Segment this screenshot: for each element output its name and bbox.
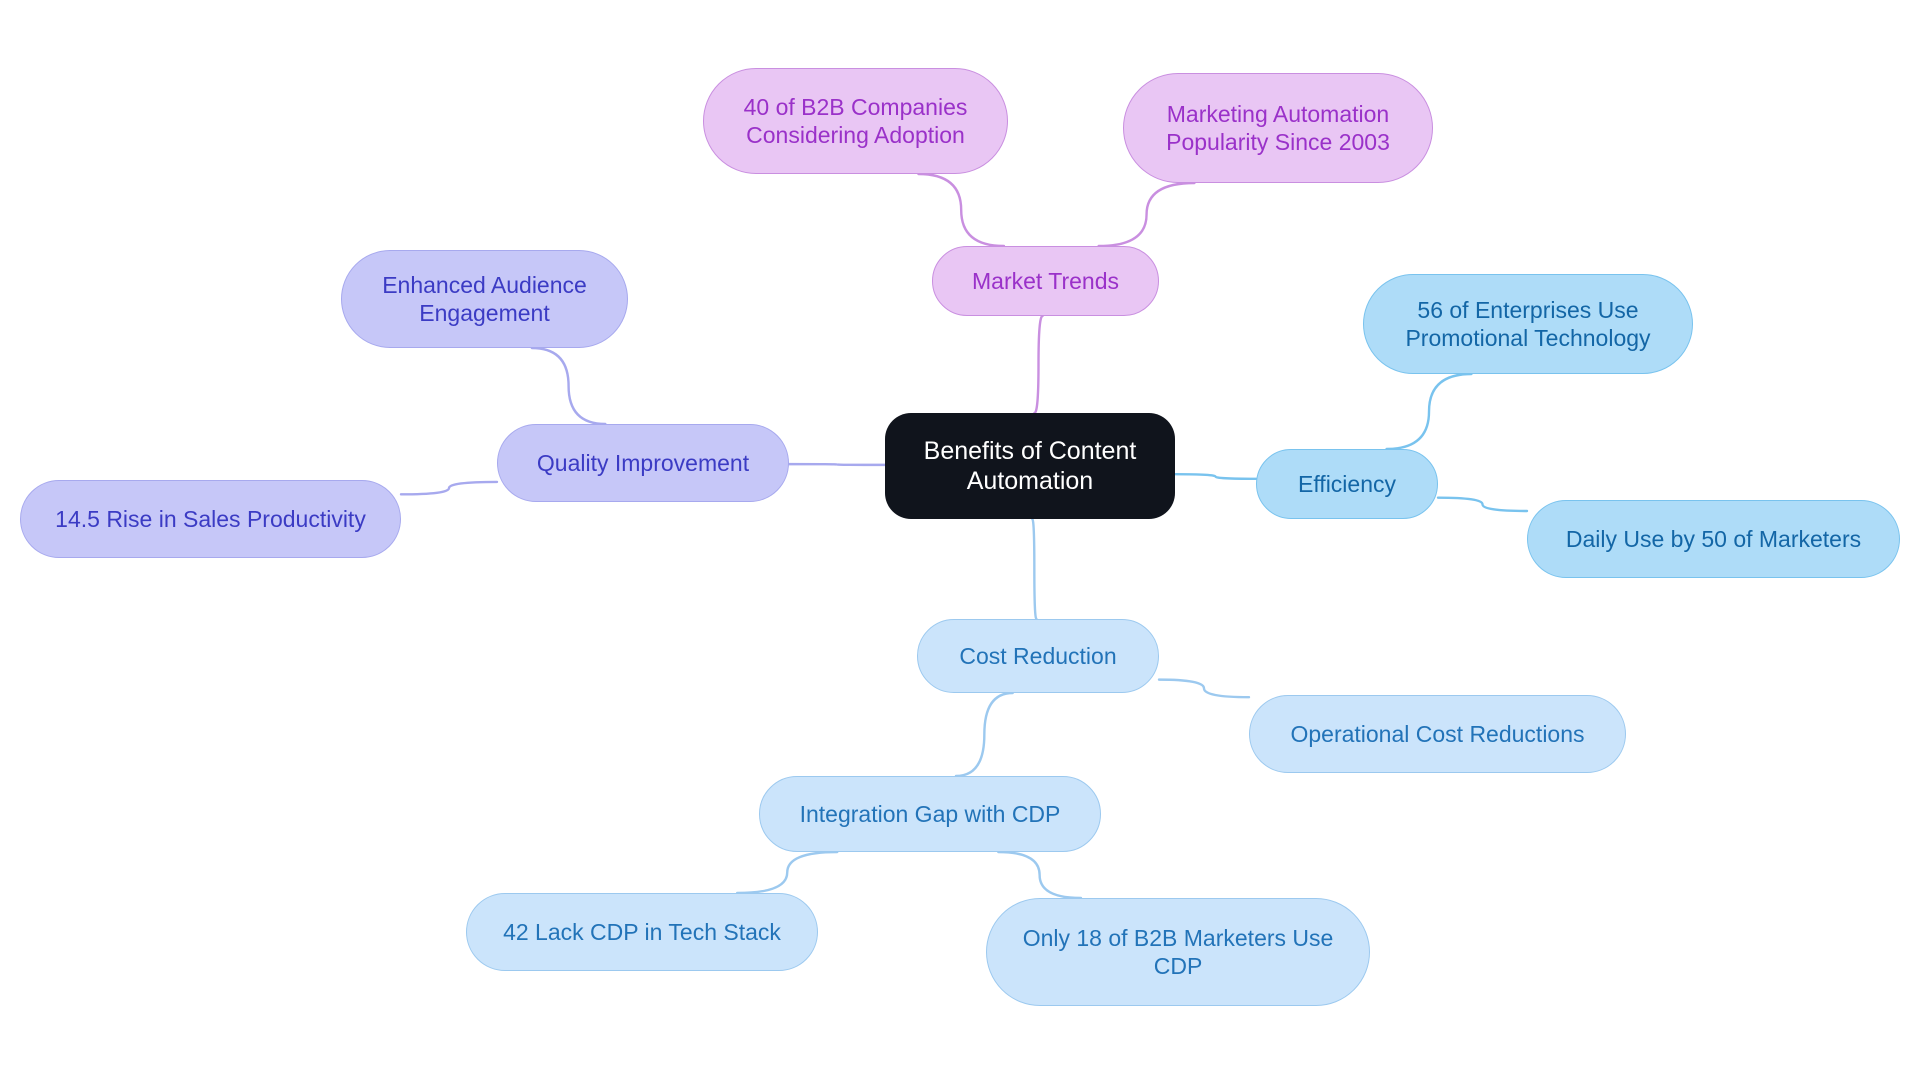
- leaf-node-b2b-considering-adoption[interactable]: 40 of B2B Companies Considering Adoption: [703, 68, 1008, 174]
- leaf-node-b2b-marketers-use-cdp-label: Only 18 of B2B Marketers Use CDP: [1022, 924, 1334, 979]
- leaf-node-lack-cdp-tech-stack-label: 42 Lack CDP in Tech Stack: [503, 918, 781, 945]
- edge-root-market-trends: [1033, 314, 1044, 415]
- edge-cr-integration-gap: [954, 691, 1014, 778]
- branch-node-cost-reduction[interactable]: Cost Reduction: [917, 619, 1159, 693]
- edge-ig-b2b-marketers: [997, 850, 1083, 900]
- branch-node-cost-reduction-label: Cost Reduction: [959, 642, 1117, 669]
- leaf-node-sales-productivity-rise-label: 14.5 Rise in Sales Productivity: [55, 505, 366, 532]
- leaf-node-daily-use-marketers-label: Daily Use by 50 of Marketers: [1565, 525, 1862, 552]
- edge-qi-productivity: [399, 480, 499, 496]
- mindmap-canvas: Benefits of Content Automation Market Tre…: [0, 0, 1920, 1083]
- root-node-label: Benefits of Content Automation: [923, 436, 1137, 496]
- leaf-node-b2b-marketers-use-cdp[interactable]: Only 18 of B2B Marketers Use CDP: [986, 898, 1370, 1006]
- edge-mt-b2b-adoption: [917, 172, 1006, 248]
- leaf-node-lack-cdp-tech-stack[interactable]: 42 Lack CDP in Tech Stack: [466, 893, 818, 971]
- branch-node-market-trends-label: Market Trends: [972, 267, 1119, 294]
- leaf-node-automation-popularity-label: Marketing Automation Popularity Since 20…: [1166, 100, 1390, 155]
- leaf-node-sales-productivity-rise[interactable]: 14.5 Rise in Sales Productivity: [20, 480, 401, 558]
- leaf-node-automation-popularity[interactable]: Marketing Automation Popularity Since 20…: [1123, 73, 1433, 183]
- leaf-node-daily-use-marketers[interactable]: Daily Use by 50 of Marketers: [1527, 500, 1900, 578]
- leaf-node-integration-gap-cdp[interactable]: Integration Gap with CDP: [759, 776, 1101, 852]
- branch-node-quality-improvement[interactable]: Quality Improvement: [497, 424, 789, 502]
- edge-mt-popularity: [1097, 181, 1196, 248]
- leaf-node-integration-gap-cdp-label: Integration Gap with CDP: [799, 800, 1061, 827]
- leaf-node-operational-cost-reductions-label: Operational Cost Reductions: [1290, 720, 1585, 747]
- branch-node-quality-improvement-label: Quality Improvement: [536, 449, 750, 476]
- edge-ef-daily-use: [1436, 496, 1529, 513]
- leaf-node-b2b-considering-adoption-label: 40 of B2B Companies Considering Adoption: [743, 93, 968, 148]
- leaf-node-operational-cost-reductions[interactable]: Operational Cost Reductions: [1249, 695, 1626, 773]
- branch-node-efficiency[interactable]: Efficiency: [1256, 449, 1438, 519]
- leaf-node-enterprises-promotional-tech-label: 56 of Enterprises Use Promotional Techno…: [1405, 296, 1651, 351]
- leaf-node-enhanced-audience-engagement-label: Enhanced Audience Engagement: [382, 271, 587, 326]
- root-node[interactable]: Benefits of Content Automation: [885, 413, 1175, 519]
- leaf-node-enhanced-audience-engagement[interactable]: Enhanced Audience Engagement: [341, 250, 628, 348]
- edge-ig-lack-cdp: [735, 850, 839, 895]
- edge-root-cost-reduction: [1031, 517, 1038, 621]
- edge-root-quality: [787, 462, 887, 467]
- edge-qi-engagement: [530, 346, 607, 426]
- leaf-node-enterprises-promotional-tech[interactable]: 56 of Enterprises Use Promotional Techno…: [1363, 274, 1693, 374]
- edge-ef-enterprises: [1385, 372, 1473, 451]
- edge-root-efficiency: [1173, 473, 1258, 481]
- branch-node-efficiency-label: Efficiency: [1297, 470, 1396, 497]
- edge-cr-operational: [1157, 678, 1251, 699]
- branch-node-market-trends[interactable]: Market Trends: [932, 246, 1159, 316]
